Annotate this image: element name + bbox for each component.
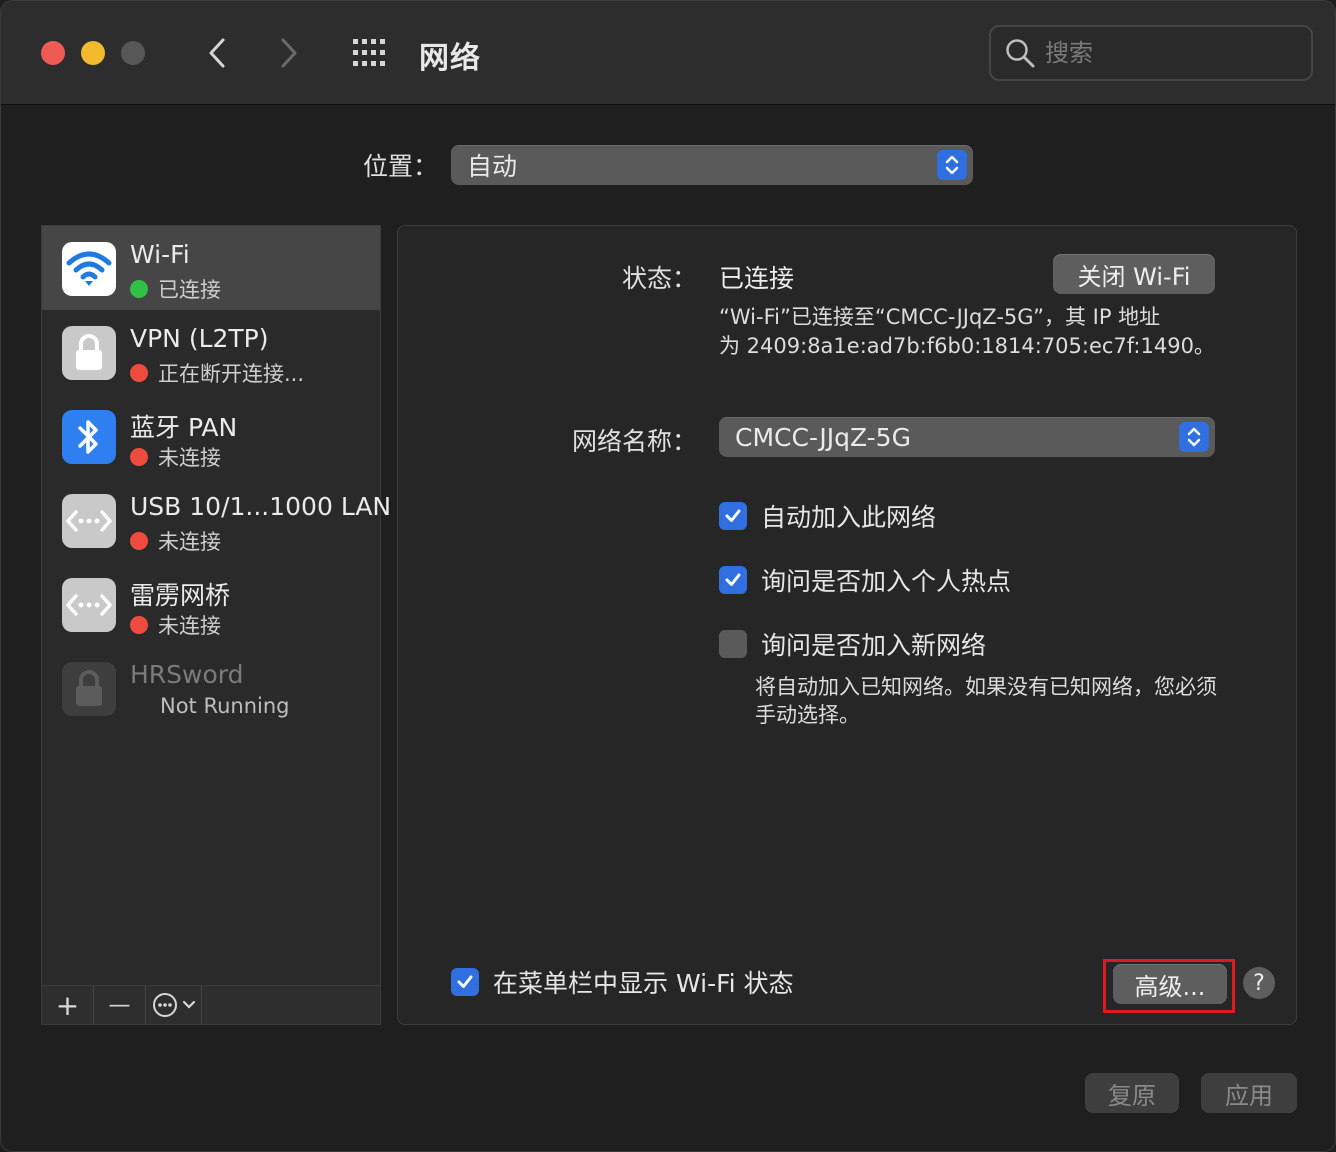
service-name: Wi-Fi — [130, 240, 190, 269]
network-name-select[interactable]: CMCC-JJqZ-5G — [719, 417, 1215, 457]
show-in-menubar-checkbox-row[interactable]: 在菜单栏中显示 Wi-Fi 状态 — [451, 964, 794, 1000]
checkbox-checked-icon[interactable] — [719, 502, 747, 530]
location-select[interactable]: 自动 — [451, 145, 973, 185]
service-item-thunderbolt-bridge[interactable]: 雷雳网桥 未连接 — [42, 562, 380, 646]
ask-hotspot-label: 询问是否加入个人热点 — [761, 567, 1012, 596]
service-item-usb-lan[interactable]: USB 10/1...1000 LAN 未连接 — [42, 478, 391, 562]
service-list-toolbar: + — — [41, 985, 381, 1025]
checkbox-checked-icon[interactable] — [451, 968, 479, 996]
minimize-window-button[interactable] — [81, 41, 105, 65]
status-dot-green-icon — [130, 280, 148, 298]
service-item-bluetooth-pan[interactable]: 蓝牙 PAN 未连接 — [42, 394, 380, 478]
updown-chevron-icon — [937, 150, 967, 180]
apply-button[interactable]: 应用 — [1201, 1073, 1297, 1113]
show-all-button[interactable] — [351, 37, 391, 69]
service-status: 未连接 — [130, 442, 221, 472]
ethernet-icon — [62, 578, 116, 632]
service-status: Not Running — [160, 694, 290, 718]
remove-service-button[interactable]: — — [94, 986, 146, 1024]
network-name-label: 网络名称： — [571, 427, 697, 456]
window-title: 网络 — [419, 41, 481, 76]
plus-icon: + — [55, 988, 80, 1022]
status-description-line2: 为 2409:8a1e:ad7b:f6b0:1814:705:ec7f:1490… — [719, 334, 1215, 358]
service-status-text: 未连接 — [158, 614, 221, 638]
highlight-box — [1103, 959, 1235, 1013]
status-dot-red-icon — [130, 532, 148, 550]
service-item-wifi[interactable]: Wi-Fi 已连接 — [42, 226, 380, 310]
grid-icon — [353, 39, 385, 66]
add-service-button[interactable]: + — [42, 986, 94, 1024]
service-item-hrsword[interactable]: HRSword Not Running — [42, 646, 380, 730]
status-dot-red-icon — [130, 364, 148, 382]
forward-button[interactable] — [267, 31, 311, 75]
ask-hotspot-checkbox-row[interactable]: 询问是否加入个人热点 — [719, 562, 1011, 598]
service-status-text: 未连接 — [158, 530, 221, 554]
ask-new-network-checkbox-row[interactable]: 询问是否加入新网络 — [719, 626, 986, 662]
chevron-left-icon — [209, 38, 225, 68]
zoom-window-button[interactable] — [121, 41, 145, 65]
title-bar: 网络 — [1, 1, 1335, 105]
lock-icon — [62, 326, 116, 380]
checkbox-unchecked-icon[interactable] — [719, 630, 747, 658]
status-dot-red-icon — [130, 448, 148, 466]
service-status-text: 未连接 — [158, 446, 221, 470]
help-button[interactable]: ? — [1243, 967, 1275, 999]
service-status: 已连接 — [130, 274, 221, 304]
wifi-icon — [62, 242, 116, 296]
back-button[interactable] — [195, 31, 239, 75]
service-name: VPN (L2TP) — [130, 324, 269, 353]
updown-chevron-icon — [1179, 422, 1209, 452]
ask-new-network-label: 询问是否加入新网络 — [761, 631, 987, 660]
ethernet-icon — [62, 494, 116, 548]
service-status: 未连接 — [130, 610, 221, 640]
status-value: 已连接 — [719, 264, 795, 293]
revert-button[interactable]: 复原 — [1085, 1073, 1179, 1113]
action-menu-button[interactable] — [146, 986, 202, 1024]
search-input[interactable] — [1045, 39, 1285, 67]
ellipsis-circle-icon — [152, 993, 177, 1017]
chevron-right-icon — [281, 38, 297, 68]
close-window-button[interactable] — [41, 41, 65, 65]
service-name: 蓝牙 PAN — [130, 413, 238, 442]
service-list: Wi-Fi 已连接 VPN (L2TP) 正在断开连接... 蓝牙 PAN 未连… — [41, 225, 391, 985]
location-label: 位置： — [363, 152, 439, 181]
service-name: USB 10/1...1000 LAN — [130, 492, 392, 521]
minus-icon: — — [108, 992, 131, 1018]
ask-new-description-line2: 手动选择。 — [755, 703, 860, 727]
service-status-text: 已连接 — [158, 278, 221, 302]
service-name: HRSword — [130, 660, 244, 689]
bluetooth-icon — [62, 410, 116, 464]
location-value: 自动 — [467, 152, 518, 181]
status-description-line1: “Wi-Fi”已连接至“CMCC-JJqZ-5G”，其 IP 地址 — [719, 305, 1161, 329]
service-item-vpn[interactable]: VPN (L2TP) 正在断开连接... — [42, 310, 380, 394]
show-in-menubar-label: 在菜单栏中显示 Wi-Fi 状态 — [493, 969, 794, 998]
service-status: 未连接 — [130, 526, 221, 556]
ask-new-description-line1: 将自动加入已知网络。如果没有已知网络，您必须 — [755, 675, 1217, 699]
service-status-text: 正在断开连接... — [158, 362, 305, 386]
network-name-value: CMCC-JJqZ-5G — [735, 422, 911, 452]
auto-join-checkbox-row[interactable]: 自动加入此网络 — [719, 498, 936, 534]
service-status-text: Not Running — [160, 694, 290, 718]
service-name: 雷雳网桥 — [130, 581, 231, 610]
checkbox-checked-icon[interactable] — [719, 566, 747, 594]
search-field[interactable] — [989, 25, 1313, 81]
network-preferences-window: 网络 位置： 自动 Wi-Fi 已连接 — [0, 0, 1336, 1152]
lock-icon — [62, 662, 116, 716]
turn-off-wifi-button[interactable]: 关闭 Wi-Fi — [1053, 254, 1215, 294]
auto-join-label: 自动加入此网络 — [761, 503, 937, 532]
search-icon — [1006, 39, 1035, 68]
service-status: 正在断开连接... — [130, 358, 304, 388]
chevron-down-icon — [182, 1000, 195, 1009]
status-label: 状态： — [621, 264, 697, 293]
status-dot-red-icon — [130, 616, 148, 634]
